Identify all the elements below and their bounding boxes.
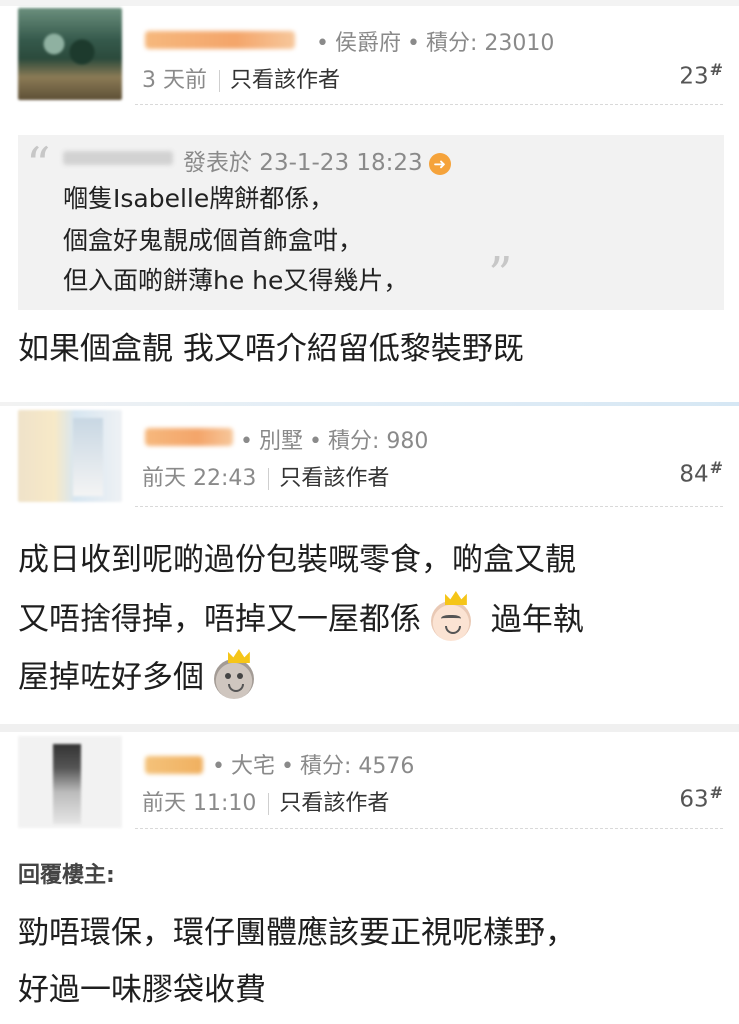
crown-icon (444, 591, 467, 605)
floor-value: 84 (679, 461, 709, 488)
quoted-username-blurred (63, 151, 173, 165)
post-body-line: 成日收到呢啲過份包裝嘅零食，啲盒又靚 (18, 542, 576, 578)
post-body-text: 又唔捨得掉，唔掉又一屋都係 (18, 601, 421, 638)
dot-separator: • (240, 429, 253, 454)
only-author-link[interactable]: 只看該作者 (279, 791, 389, 816)
post-time-row: 前天 11:10 只看該作者 (142, 785, 389, 817)
dashed-divider (135, 104, 723, 105)
username-blurred[interactable] (145, 31, 295, 49)
post-body-line: 屋掉咗好多個 (18, 649, 254, 699)
user-rank: 侯爵府 (334, 31, 401, 56)
user-meta: • 別墅 • 積分: 980 (234, 423, 428, 455)
score-value: 980 (386, 429, 429, 454)
user-meta: • 侯爵府 • 積分: 23010 (310, 25, 554, 57)
dot-separator: • (309, 429, 322, 454)
dot-separator: • (281, 754, 294, 779)
dot-separator: • (316, 31, 329, 56)
emoji-mouth (227, 684, 244, 692)
post-body-line: 又唔捨得掉，唔掉又一屋都係 過年執 (18, 591, 584, 641)
floor-mark: # (709, 783, 723, 802)
floor-number: 23# (679, 60, 723, 90)
quote-header: 發表於 23-1-23 18:23 ➜ (183, 143, 451, 177)
smirk-emoji-icon (213, 649, 254, 699)
post-body-text: 過年執 (490, 601, 584, 638)
quote-block: “ 發表於 23-1-23 18:23 ➜ 嗰隻Isabelle牌餅都係， 個盒好… (18, 135, 724, 310)
close-quote-icon: ” (488, 247, 513, 303)
user-meta: • 大宅 • 積分: 4576 (206, 748, 414, 780)
floor-number: 63# (679, 783, 723, 813)
emoji-mouth (444, 626, 461, 634)
crown-icon (227, 649, 250, 663)
post-body: 如果個盒靚 我又唔介紹留低黎裝野既 (18, 331, 524, 367)
post-time-row: 前天 22:43 只看該作者 (142, 460, 389, 492)
floor-value: 23 (679, 63, 709, 90)
post-time: 前天 11:10 (142, 791, 257, 816)
only-author-link[interactable]: 只看該作者 (230, 68, 340, 93)
reply-arrow-icon[interactable]: ➜ (428, 153, 451, 175)
floor-value: 63 (679, 786, 709, 813)
post-time: 前天 22:43 (142, 466, 257, 491)
dot-separator: • (407, 31, 420, 56)
post-time: 3 天前 (142, 68, 207, 93)
score-label: 積分: (327, 429, 380, 454)
dashed-divider (135, 506, 723, 507)
quote-line: 但入面啲餅薄he he又得幾片， (63, 266, 409, 295)
only-author-link[interactable]: 只看該作者 (279, 466, 389, 491)
post-body-text: 屋掉咗好多個 (18, 659, 204, 696)
avatar[interactable] (18, 8, 122, 100)
reply-to-op-label: 回覆樓主: (18, 863, 115, 888)
floor-mark: # (709, 60, 723, 79)
dot-separator: • (212, 754, 225, 779)
post-time-row: 3 天前 只看該作者 (142, 62, 340, 94)
emoji-eyes (440, 615, 461, 624)
separator (268, 793, 270, 815)
user-rank: 大宅 (230, 754, 275, 779)
emoji-eyes (224, 673, 244, 679)
quote-posted-at: 發表於 23-1-23 18:23 (183, 150, 423, 176)
quote-line: 嗰隻Isabelle牌餅都係， (63, 184, 335, 213)
separator (219, 70, 220, 92)
username-blurred[interactable] (145, 756, 203, 774)
avatar[interactable] (18, 736, 122, 828)
dashed-divider (135, 828, 723, 829)
score-label: 積分: (425, 31, 478, 56)
avatar[interactable] (18, 410, 122, 502)
open-quote-icon: “ (26, 137, 51, 193)
forum-thread: • 侯爵府 • 積分: 23010 3 天前 只看該作者 23# “ 發表於 23-1-… (0, 0, 739, 1024)
username-blurred[interactable] (145, 428, 233, 446)
top-divider (0, 0, 739, 6)
post-divider (0, 724, 739, 732)
floor-mark: # (709, 458, 723, 477)
score-value: 4576 (358, 754, 415, 779)
post-divider (0, 402, 739, 406)
separator (268, 468, 270, 490)
user-rank: 別墅 (258, 429, 303, 454)
quote-line: 個盒好鬼靚成個首飾盒咁， (63, 226, 364, 255)
post-body-line: 好過一味膠袋收費 (18, 972, 266, 1008)
score-value: 23010 (484, 31, 555, 56)
score-label: 積分: (299, 754, 352, 779)
floor-number: 84# (679, 458, 723, 488)
crying-emoji-icon (430, 591, 471, 641)
post-body-line: 勁唔環保，環仔團體應該要正視呢樣野， (18, 915, 576, 951)
